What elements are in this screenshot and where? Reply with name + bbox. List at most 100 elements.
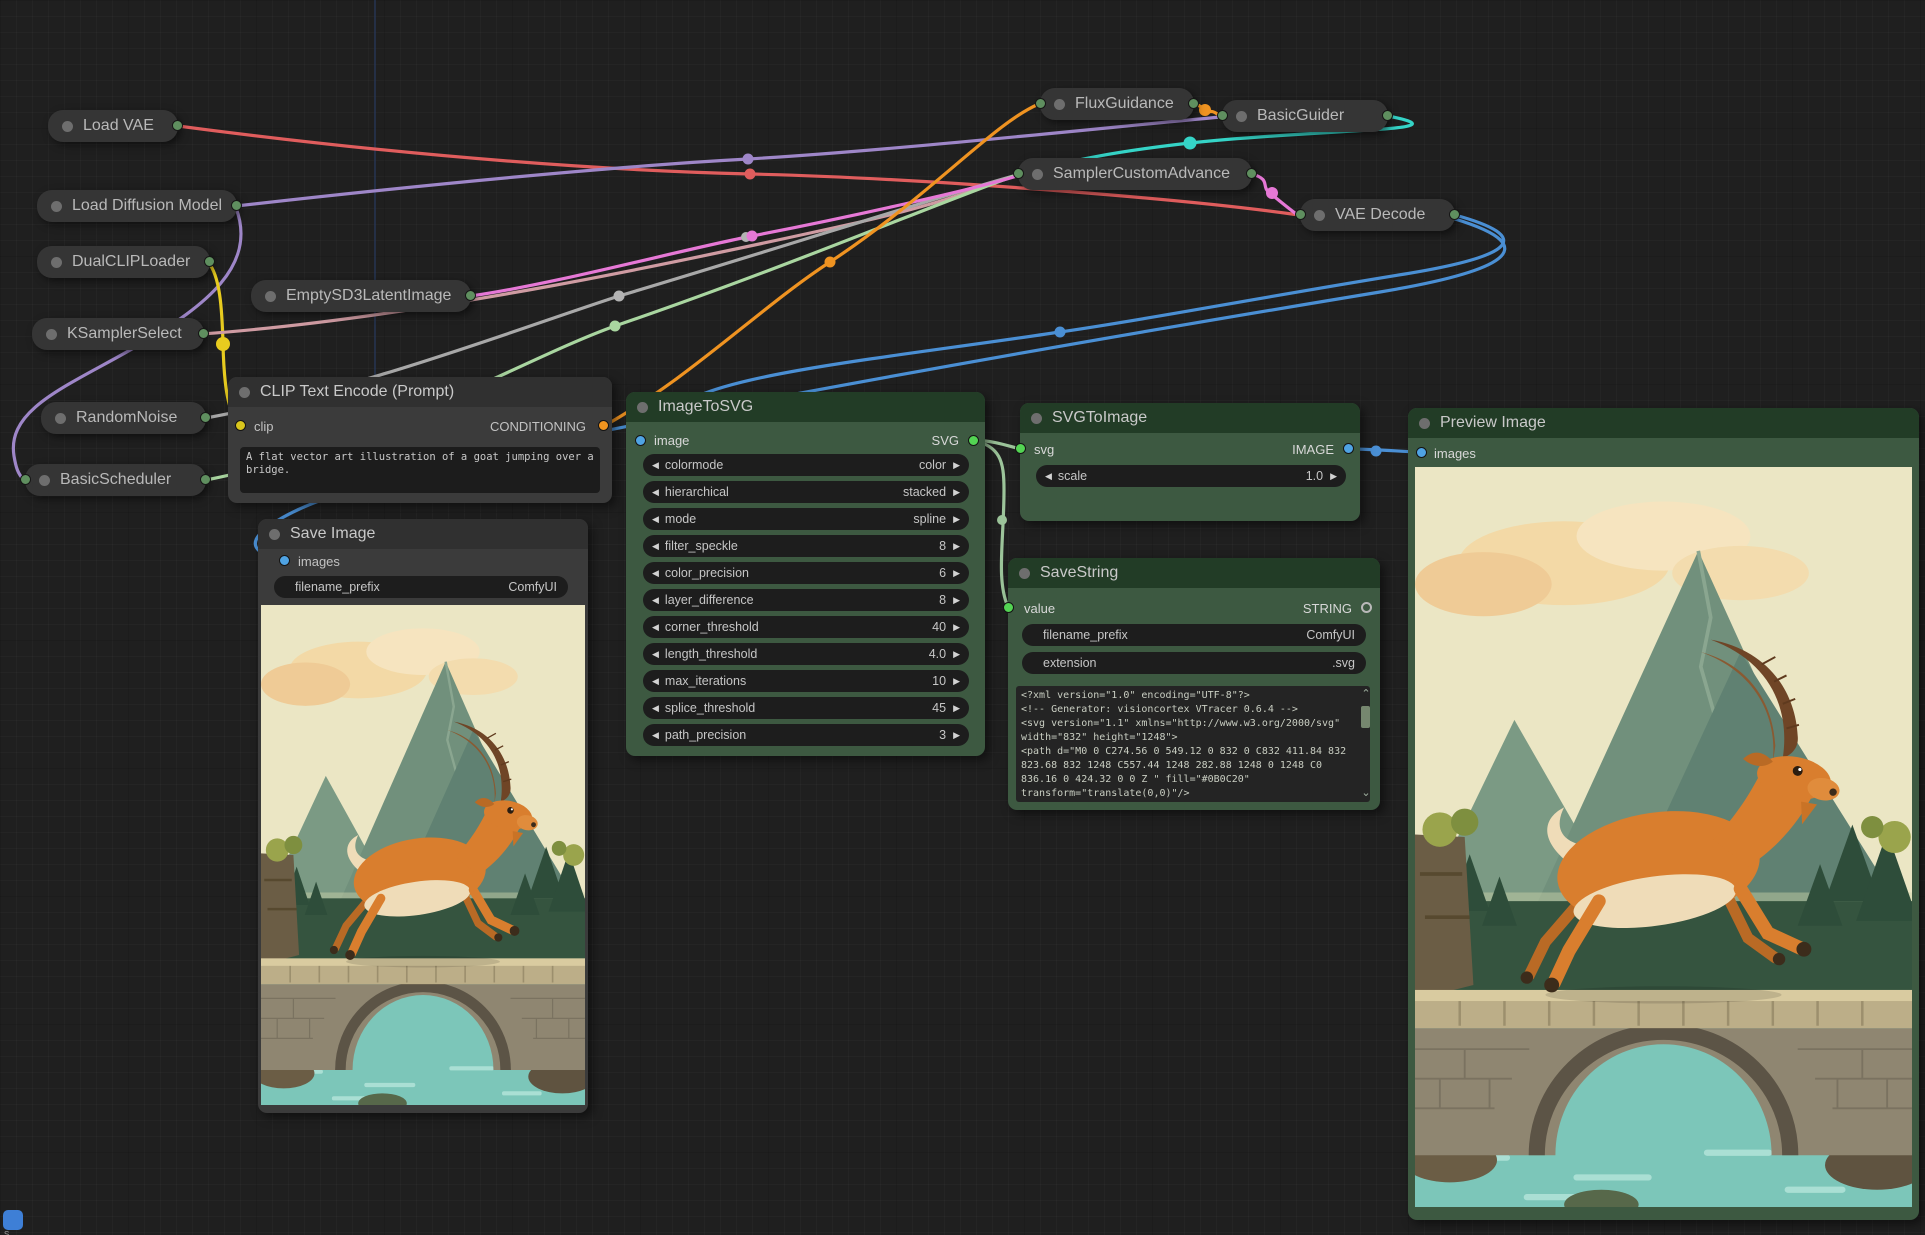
- reroute-dot-noise[interactable]: [614, 291, 625, 302]
- arrow-left-icon[interactable]: ◀: [652, 704, 659, 713]
- reroute-dot-image-preview[interactable]: [1371, 446, 1382, 457]
- input-port[interactable]: [1035, 98, 1046, 109]
- arrow-right-icon[interactable]: ▶: [953, 704, 960, 713]
- arrow-right-icon[interactable]: ▶: [953, 731, 960, 740]
- node-graph-canvas[interactable]: Load VAE Load Diffusion Model DualCLIPLo…: [0, 0, 1925, 1235]
- widget-layer-difference[interactable]: ◀ layer_difference 8 ▶: [643, 589, 969, 611]
- arrow-right-icon[interactable]: ▶: [953, 461, 960, 470]
- output-port[interactable]: [1382, 110, 1393, 121]
- widget-filter-speckle[interactable]: ◀ filter_speckle 8 ▶: [643, 535, 969, 557]
- arrow-left-icon[interactable]: ◀: [652, 596, 659, 605]
- collapse-dot-icon[interactable]: [1419, 418, 1430, 429]
- node-flux-guidance[interactable]: FluxGuidance: [1040, 88, 1194, 120]
- output-port[interactable]: [204, 256, 215, 267]
- node-load-diffusion-model[interactable]: Load Diffusion Model: [37, 190, 237, 222]
- reroute-dot-latent-out[interactable]: [1266, 187, 1278, 199]
- output-port[interactable]: [172, 120, 183, 131]
- output-port[interactable]: [1188, 98, 1199, 109]
- input-port[interactable]: [1295, 209, 1306, 220]
- collapse-dot-icon[interactable]: [1054, 99, 1065, 110]
- node-header[interactable]: Preview Image: [1408, 408, 1919, 438]
- widget-mode[interactable]: ◀ mode spline ▶: [643, 508, 969, 530]
- reroute-dot-model[interactable]: [743, 154, 754, 165]
- widget-splice-threshold[interactable]: ◀ splice_threshold 45 ▶: [643, 697, 969, 719]
- input-port[interactable]: [20, 474, 31, 485]
- widget-colormode[interactable]: ◀ colormode color ▶: [643, 454, 969, 476]
- node-ksampler-select[interactable]: KSamplerSelect: [32, 318, 204, 350]
- node-preview-image[interactable]: Preview Image images: [1408, 408, 1919, 1220]
- conditioning-output-port[interactable]: [598, 420, 609, 431]
- node-vae-decode[interactable]: VAE Decode: [1300, 199, 1455, 231]
- node-basic-scheduler[interactable]: BasicScheduler: [25, 464, 206, 496]
- scroll-up-icon[interactable]: ⌃: [1360, 689, 1372, 699]
- collapse-dot-icon[interactable]: [51, 257, 62, 268]
- arrow-right-icon[interactable]: ▶: [1330, 472, 1337, 481]
- images-input-port[interactable]: [279, 555, 290, 566]
- arrow-left-icon[interactable]: ◀: [652, 623, 659, 632]
- scroll-down-icon[interactable]: ⌄: [1360, 788, 1372, 798]
- collapse-dot-icon[interactable]: [39, 475, 50, 486]
- arrow-left-icon[interactable]: ◀: [652, 488, 659, 497]
- input-port[interactable]: [1013, 168, 1024, 179]
- image-output-port[interactable]: [1343, 443, 1354, 454]
- output-port[interactable]: [231, 200, 242, 211]
- widget-scale[interactable]: ◀ scale 1.0 ▶: [1036, 465, 1346, 487]
- widget-length-threshold[interactable]: ◀ length_threshold 4.0 ▶: [643, 643, 969, 665]
- arrow-left-icon[interactable]: ◀: [652, 677, 659, 686]
- output-port[interactable]: [198, 328, 209, 339]
- input-port[interactable]: [1217, 110, 1228, 121]
- arrow-left-icon[interactable]: ◀: [652, 569, 659, 578]
- widget-max-iterations[interactable]: ◀ max_iterations 10 ▶: [643, 670, 969, 692]
- svg-output-port[interactable]: [968, 435, 979, 446]
- node-dual-clip-loader[interactable]: DualCLIPLoader: [37, 246, 210, 278]
- collapse-dot-icon[interactable]: [1031, 413, 1042, 424]
- arrow-right-icon[interactable]: ▶: [953, 623, 960, 632]
- arrow-left-icon[interactable]: ◀: [652, 650, 659, 659]
- arrow-right-icon[interactable]: ▶: [953, 650, 960, 659]
- reroute-dot-conditioning[interactable]: [825, 257, 836, 268]
- filename-prefix-widget[interactable]: filename_prefix ComfyUI: [274, 576, 568, 598]
- reroute-dot-noise-2[interactable]: [741, 232, 751, 242]
- arrow-left-icon[interactable]: ◀: [652, 731, 659, 740]
- arrow-left-icon[interactable]: ◀: [652, 461, 659, 470]
- collapse-dot-icon[interactable]: [637, 402, 648, 413]
- widget-corner-threshold[interactable]: ◀ corner_threshold 40 ▶: [643, 616, 969, 638]
- string-output-port[interactable]: [1361, 602, 1372, 613]
- output-port[interactable]: [465, 290, 476, 301]
- output-port[interactable]: [1246, 168, 1257, 179]
- collapse-dot-icon[interactable]: [55, 413, 66, 424]
- image-input-port[interactable]: [635, 435, 646, 446]
- arrow-right-icon[interactable]: ▶: [953, 596, 960, 605]
- node-basic-guider[interactable]: BasicGuider: [1222, 100, 1388, 132]
- node-random-noise[interactable]: RandomNoise: [41, 402, 206, 434]
- node-image-to-svg[interactable]: ImageToSVG image SVG ◀ colormode color ▶…: [626, 392, 985, 756]
- value-input-port[interactable]: [1003, 602, 1014, 613]
- reroute-dot-sigmas[interactable]: [610, 321, 621, 332]
- widget-path-precision[interactable]: ◀ path_precision 3 ▶: [643, 724, 969, 746]
- arrow-right-icon[interactable]: ▶: [953, 542, 960, 551]
- arrow-right-icon[interactable]: ▶: [953, 677, 960, 686]
- prompt-textarea[interactable]: A flat vector art illustration of a goat…: [240, 447, 600, 493]
- arrow-right-icon[interactable]: ▶: [953, 569, 960, 578]
- reroute-dot-guider[interactable]: [1184, 137, 1197, 150]
- app-logo[interactable]: [3, 1210, 23, 1230]
- node-save-string[interactable]: SaveString value STRING filename_prefix …: [1008, 558, 1380, 810]
- collapse-dot-icon[interactable]: [269, 529, 280, 540]
- reroute-dot-vae[interactable]: [745, 169, 756, 180]
- svg-input-port[interactable]: [1015, 443, 1026, 454]
- output-port[interactable]: [200, 412, 211, 423]
- output-port[interactable]: [1449, 209, 1460, 220]
- widget-hierarchical[interactable]: ◀ hierarchical stacked ▶: [643, 481, 969, 503]
- collapse-dot-icon[interactable]: [1314, 210, 1325, 221]
- node-header[interactable]: ImageToSVG: [626, 392, 985, 422]
- filename-prefix-widget[interactable]: filename_prefix ComfyUI: [1022, 624, 1366, 646]
- collapse-dot-icon[interactable]: [46, 329, 57, 340]
- node-svg-to-image[interactable]: SVGToImage svg IMAGE ◀ scale 1.0 ▶: [1020, 403, 1360, 521]
- svg-string-textarea[interactable]: <?xml version="1.0" encoding="UTF-8"?> <…: [1016, 686, 1370, 802]
- clip-input-port[interactable]: [235, 420, 246, 431]
- output-port[interactable]: [200, 474, 211, 485]
- collapse-dot-icon[interactable]: [51, 201, 62, 212]
- node-save-image[interactable]: Save Image images filename_prefix ComfyU…: [258, 519, 588, 1113]
- reroute-dot-image[interactable]: [1055, 327, 1066, 338]
- reroute-dot-svg[interactable]: [997, 515, 1007, 525]
